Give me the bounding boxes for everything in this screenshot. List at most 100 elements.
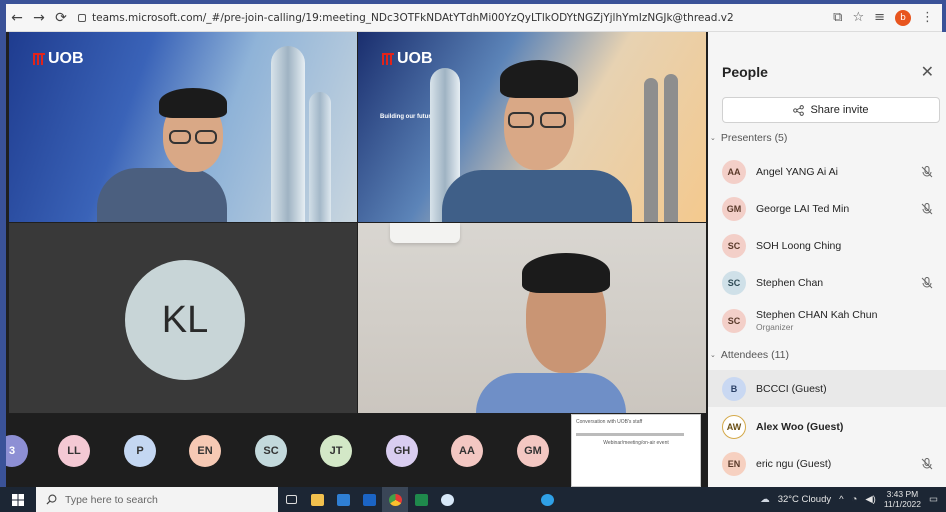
mic-muted-icon [921, 203, 933, 215]
strip-avatar[interactable]: GH [386, 435, 418, 467]
video-tile-presenter-3[interactable] [358, 223, 706, 413]
avatar: SC [722, 308, 746, 333]
participant-name: Stephen Chan [756, 276, 824, 289]
uob-logo: UOB [382, 50, 433, 68]
file-explorer-icon[interactable] [304, 487, 330, 512]
avatar: B [722, 376, 746, 401]
search-icon [46, 494, 57, 505]
participant-name: BCCCI (Guest) [756, 382, 827, 395]
system-tray: ☁ 32°C Cloudy ^ ◔ ◀) 3:43 PM 11/1/2022 ▭ [760, 489, 946, 510]
participant-name: SOH Loong Ching [756, 239, 842, 252]
weather-icon[interactable]: ☁ [760, 494, 770, 505]
menu-kebab-icon[interactable]: ⋮ [921, 10, 934, 25]
attendees-label: Attendees (11) [720, 349, 789, 361]
avatar: AA [722, 159, 746, 184]
participant-row[interactable]: B BCCCI (Guest) [708, 370, 946, 407]
clock-date: 11/1/2022 [883, 498, 922, 509]
chevron-down-icon: ⌄ [710, 351, 716, 359]
lock-icon [78, 13, 86, 22]
strip-avatar[interactable]: AA [451, 435, 483, 467]
strip-avatar[interactable]: EN [189, 435, 221, 467]
forward-icon[interactable]: → [28, 7, 50, 29]
share-page-icon[interactable]: ⧉ [833, 10, 842, 25]
url-text: teams.microsoft.com/_#/pre-join-calling/… [92, 11, 734, 24]
participant-name: Stephen CHAN Kah Chun [756, 309, 878, 321]
panel-title: People [722, 64, 768, 80]
paint-icon[interactable] [434, 487, 460, 512]
avatar: SC [722, 233, 746, 258]
taskbar: Type here to search ☁ 32°C Cloudy ^ ◔ ◀)… [0, 487, 946, 512]
participant-name: Angel YANG Ai Ai [756, 165, 838, 178]
excel-icon[interactable] [408, 487, 434, 512]
air-conditioner [390, 223, 460, 243]
participant-row[interactable]: EN eric ngu (Guest) [708, 445, 946, 482]
chrome-icon[interactable] [382, 487, 408, 512]
profile-avatar[interactable]: b [895, 9, 911, 26]
avatar: AW [722, 414, 746, 439]
windows-start-icon[interactable] [0, 487, 36, 512]
video-tile-presenter-1[interactable]: UOB [9, 32, 357, 222]
participant-name: eric ngu (Guest) [756, 457, 832, 470]
video-tile-presenter-2[interactable]: UOB Building our future together [358, 32, 706, 222]
reload-icon[interactable]: ⟳ [50, 7, 72, 29]
mic-muted-icon [921, 277, 933, 289]
chevron-up-icon[interactable]: ^ [839, 494, 843, 505]
browser-toolbar: ← → ⟳ teams.microsoft.com/_#/pre-join-ca… [6, 4, 942, 32]
participant-row[interactable]: SC Stephen CHAN Kah Chun Organizer [708, 302, 946, 339]
search-placeholder: Type here to search [65, 493, 158, 506]
reading-list-icon[interactable]: ≡ [874, 10, 885, 25]
outlook-icon[interactable] [356, 487, 382, 512]
avatar: SC [722, 270, 746, 295]
people-panel: People ✕ Share invite ⌄ Presenters (5) A… [708, 32, 946, 487]
meeting-stage: UOB UOB Building our future together KL … [6, 32, 708, 487]
presenters-label: Presenters (5) [720, 132, 788, 144]
petronas-tower-left [644, 78, 658, 222]
petronas-tower-right [664, 74, 678, 222]
participant-row[interactable]: SC SOH Loong Ching [708, 227, 946, 264]
presenters-section-header[interactable]: ⌄ Presenters (5) [710, 132, 787, 144]
task-view-icon[interactable] [278, 487, 304, 512]
uob-logo: UOB [33, 50, 84, 68]
bookmark-star-icon[interactable]: ☆ [852, 10, 864, 25]
participant-avatar-kl: KL [125, 260, 245, 380]
close-icon[interactable]: ✕ [921, 62, 934, 81]
shared-content-preview[interactable]: Conversation with UOB's staff Webinar/me… [571, 414, 701, 487]
volume-icon[interactable]: ◀) [865, 494, 875, 505]
screen: ← → ⟳ teams.microsoft.com/_#/pre-join-ca… [0, 0, 946, 512]
network-icon[interactable]: ◔ [852, 494, 858, 505]
preview-body: Webinar/meeting/on-air event [603, 440, 669, 446]
attendees-section-header[interactable]: ⌄ Attendees (11) [710, 349, 789, 361]
app-icon[interactable] [534, 487, 560, 512]
address-bar[interactable]: teams.microsoft.com/_#/pre-join-calling/… [78, 12, 798, 24]
notification-icon[interactable]: ▭ [929, 494, 938, 505]
strip-avatar[interactable]: LL [58, 435, 90, 467]
participant-name: George LAI Ted Min [756, 202, 850, 215]
strip-avatar[interactable]: P [124, 435, 156, 467]
strip-avatar[interactable]: JT [320, 435, 352, 467]
clock[interactable]: 3:43 PM 11/1/2022 [883, 489, 922, 510]
participant-role: Organizer [756, 322, 794, 332]
participant-strip: 3 LL P EN SC JT GH AA GM Conversation wi… [6, 414, 708, 487]
weather-text[interactable]: 32°C Cloudy [778, 494, 831, 505]
mic-muted-icon [921, 458, 933, 470]
participant-row[interactable]: SC Stephen Chan [708, 264, 946, 301]
share-invite-label: Share invite [810, 104, 869, 116]
avatar: EN [722, 451, 746, 476]
mic-muted-icon [921, 166, 933, 178]
strip-avatar[interactable]: GM [517, 435, 549, 467]
strip-avatar[interactable]: 3 [6, 435, 28, 467]
video-tile-kl[interactable]: KL [9, 223, 357, 413]
participant-row[interactable]: AA Angel YANG Ai Ai [708, 153, 946, 190]
participant-name: Alex Woo (Guest) [756, 420, 844, 433]
chevron-down-icon: ⌄ [710, 134, 716, 142]
taskbar-search-input[interactable]: Type here to search [36, 487, 278, 512]
share-invite-button[interactable]: Share invite [722, 97, 940, 123]
back-icon[interactable]: ← [6, 7, 28, 29]
preview-title: Conversation with UOB's staff [576, 419, 643, 425]
calculator-icon[interactable] [330, 487, 356, 512]
strip-avatar[interactable]: SC [255, 435, 287, 467]
participant-row[interactable]: GM George LAI Ted Min [708, 190, 946, 227]
building-image [271, 46, 305, 222]
building-image [309, 92, 331, 222]
participant-row[interactable]: AW Alex Woo (Guest) [708, 408, 946, 445]
